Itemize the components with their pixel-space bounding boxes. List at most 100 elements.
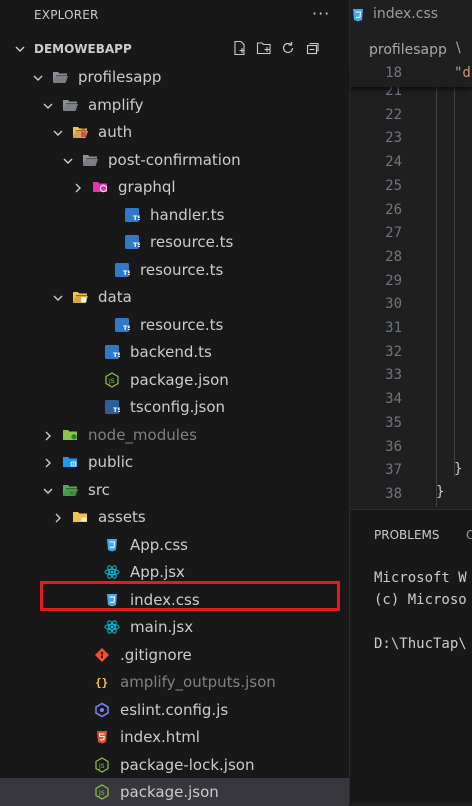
code-line-37: }	[454, 461, 463, 477]
tree-folder-item[interactable]: profilesapp	[0, 63, 349, 91]
tree-item-label: resource.ts	[140, 260, 224, 279]
folder-open-icon	[53, 72, 68, 83]
tree-file-item[interactable]: .gitignore	[0, 641, 349, 669]
svg-text:TS: TS	[133, 241, 140, 249]
tree-folder-item[interactable]: assets	[0, 503, 349, 531]
tree-folder-item[interactable]: auth	[0, 118, 349, 146]
tree-file-item[interactable]: eslint.config.js	[0, 696, 349, 724]
tree-folder-item[interactable]: post-confirmation	[0, 146, 349, 174]
svg-text:TS: TS	[123, 269, 130, 277]
chevron-right-icon[interactable]	[42, 457, 54, 469]
breadcrumb: profilesapp \	[350, 37, 472, 63]
tree-folder-item[interactable]: data	[0, 283, 349, 311]
tree-file-item[interactable]: TS resource.ts	[0, 228, 349, 256]
tree-folder-item[interactable]: public	[0, 448, 349, 476]
tree-item-label: assets	[98, 508, 146, 526]
tree-item-label: index.html	[120, 728, 200, 746]
terminal-line: (c) Microso	[374, 592, 467, 608]
tree-folder-item[interactable]: </> src	[0, 476, 349, 504]
new-folder-icon[interactable]	[256, 40, 272, 56]
tree-file-item[interactable]: TS backend.ts	[0, 338, 349, 366]
chevron-down-icon[interactable]	[42, 485, 54, 497]
tree-folder-item[interactable]: graphql	[0, 173, 349, 201]
folder-src-icon: </>	[63, 484, 78, 497]
tree-file-item[interactable]: {} amplify_outputs.json	[0, 668, 349, 696]
tree-file-item[interactable]: JS package.json	[0, 366, 349, 394]
tree-file-item[interactable]: TS tsconfig.json	[0, 393, 349, 421]
code-editor[interactable]: 21 22 23 24 25 26 27 28 29 30 31 32 33 34 35 36 37 38 } }…	[350, 63, 472, 508]
line-number: 37	[385, 462, 402, 479]
folder-graphql-icon	[93, 182, 107, 193]
svg-text:JS: JS	[98, 763, 105, 770]
tree-file-item[interactable]: main.jsx	[0, 613, 349, 641]
explorer-actions	[232, 40, 320, 56]
html-icon	[97, 731, 107, 744]
tree-item-label: public	[88, 453, 134, 471]
tree-file-item[interactable]: TS handler.ts	[0, 201, 349, 229]
tree-file-item[interactable]: TS resource.ts	[0, 311, 349, 339]
react-icon	[104, 565, 120, 579]
chevron-down-icon[interactable]	[52, 292, 64, 304]
tree-file-item[interactable]: App.css	[0, 531, 349, 559]
chevron-down-icon[interactable]	[52, 127, 64, 139]
refresh-icon[interactable]	[280, 40, 296, 56]
tsconfig-icon: TS	[105, 400, 120, 414]
folder-node-icon	[63, 429, 77, 440]
tree-item-label: App.css	[130, 535, 188, 554]
svg-text:</>: </>	[70, 490, 78, 497]
line-number: 30	[385, 296, 402, 313]
tree-folder-item[interactable]: amplify	[0, 91, 349, 119]
chevron-right-icon[interactable]	[42, 430, 54, 442]
line-number: 34	[385, 391, 402, 408]
line-number: 29	[385, 272, 402, 289]
breadcrumb-folder[interactable]: profilesapp	[369, 42, 447, 58]
folder-open-icon	[83, 154, 98, 166]
css-icon	[353, 9, 363, 22]
tree-folder-item[interactable]: node_modules	[0, 421, 349, 449]
editor-tab-bar: index.css	[350, 0, 472, 35]
tree-item-label: auth	[98, 123, 133, 141]
chevron-right-icon[interactable]	[52, 512, 64, 524]
tree-item-label: data	[98, 288, 132, 306]
chevron-down-icon[interactable]	[42, 100, 54, 112]
indent-guide	[436, 87, 437, 507]
collapse-all-icon[interactable]	[304, 40, 320, 56]
workspace-section-header[interactable]: DEMOWEBAPP	[0, 38, 349, 60]
react-icon	[104, 620, 120, 634]
typescript-icon: TS	[125, 207, 140, 222]
tab-label: index.css	[373, 6, 439, 22]
tab-problems[interactable]: PROBLEMS	[374, 528, 440, 542]
tree-item-label: package-lock.json	[120, 755, 255, 774]
bottom-panel: PROBLEMS O Microsoft W (c) Microso D:\Thuc…	[350, 509, 472, 803]
breadcrumb-separator: \	[456, 40, 461, 56]
chevron-right-icon[interactable]	[72, 182, 84, 194]
tree-file-item[interactable]: index.html	[0, 723, 349, 751]
terminal-line: Microsoft W	[374, 570, 467, 586]
tree-file-item[interactable]: TS resource.ts	[0, 256, 349, 284]
sticky-code: "d	[454, 65, 471, 81]
more-actions-icon[interactable]: ···	[312, 4, 330, 23]
tab-output[interactable]: O	[466, 528, 472, 542]
folder-data-icon	[73, 292, 88, 303]
tree-item-label: main.jsx	[130, 618, 194, 636]
nodejs-icon: JS	[95, 756, 109, 773]
new-file-icon[interactable]	[232, 40, 248, 56]
tree-item-label: .gitignore	[120, 645, 192, 664]
tab-index-css[interactable]: index.css	[350, 0, 472, 35]
chevron-down-icon[interactable]	[62, 155, 74, 167]
svg-text:JS: JS	[108, 378, 115, 385]
tree-file-item[interactable]: JS package.json	[0, 778, 349, 806]
indent-guide	[454, 87, 455, 477]
line-number: 28	[385, 248, 402, 265]
tree-item-label: tsconfig.json	[130, 398, 226, 416]
sticky-scroll-header[interactable]: 18 "d	[350, 63, 472, 87]
tree-item-label: amplify	[88, 95, 144, 114]
workspace-name: DEMOWEBAPP	[34, 42, 132, 56]
eslint-icon	[95, 702, 109, 717]
chevron-down-icon[interactable]	[32, 72, 44, 84]
explorer-title: EXPLORER	[34, 8, 99, 22]
line-number: 22	[385, 106, 402, 123]
tree-item-label: eslint.config.js	[120, 700, 229, 719]
explorer-sidebar: EXPLORER ··· DEMOWEBAPP profilesapp ampli…	[0, 0, 350, 806]
tree-file-item[interactable]: JS package-lock.json	[0, 751, 349, 779]
